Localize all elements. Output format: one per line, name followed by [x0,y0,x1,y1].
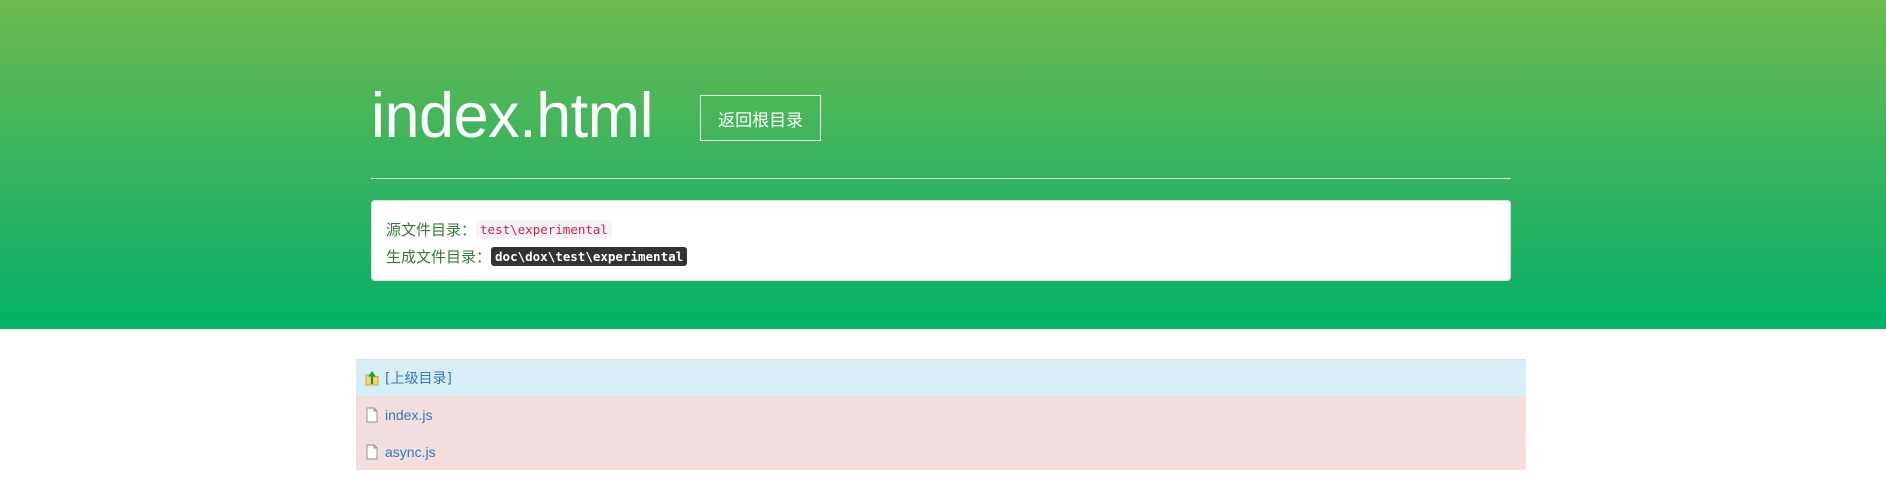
title-row: index.html 返回根目录 [371,80,822,152]
parent-directory-link[interactable]: [上级目录] [385,368,452,388]
page-header: index.html 返回根目录 源文件目录： test\experimenta… [0,0,1886,329]
source-dir-line: 源文件目录： test\experimental [386,216,1496,243]
back-to-root-button[interactable]: 返回根目录 [700,95,822,141]
output-dir-path: doc\dox\test\experimental [491,247,688,266]
folder-up-icon [364,369,380,387]
file-icon [364,406,380,424]
file-list: [上级目录] index.js async.js [356,359,1526,470]
file-row[interactable]: async.js [356,433,1526,470]
file-icon [364,443,380,461]
source-dir-path: test\experimental [476,220,612,239]
file-link[interactable]: async.js [385,444,436,460]
file-row[interactable]: index.js [356,396,1526,433]
source-dir-label: 源文件目录： [386,221,477,239]
parent-directory-row[interactable]: [上级目录] [356,359,1526,396]
output-dir-label: 生成文件目录： [386,248,492,266]
page-title: index.html [371,81,654,151]
file-link[interactable]: index.js [385,407,432,423]
directory-info-panel: 源文件目录： test\experimental 生成文件目录： doc\dox… [371,200,1511,281]
output-dir-line: 生成文件目录： doc\dox\test\experimental [386,243,1496,270]
header-divider [371,178,1511,179]
